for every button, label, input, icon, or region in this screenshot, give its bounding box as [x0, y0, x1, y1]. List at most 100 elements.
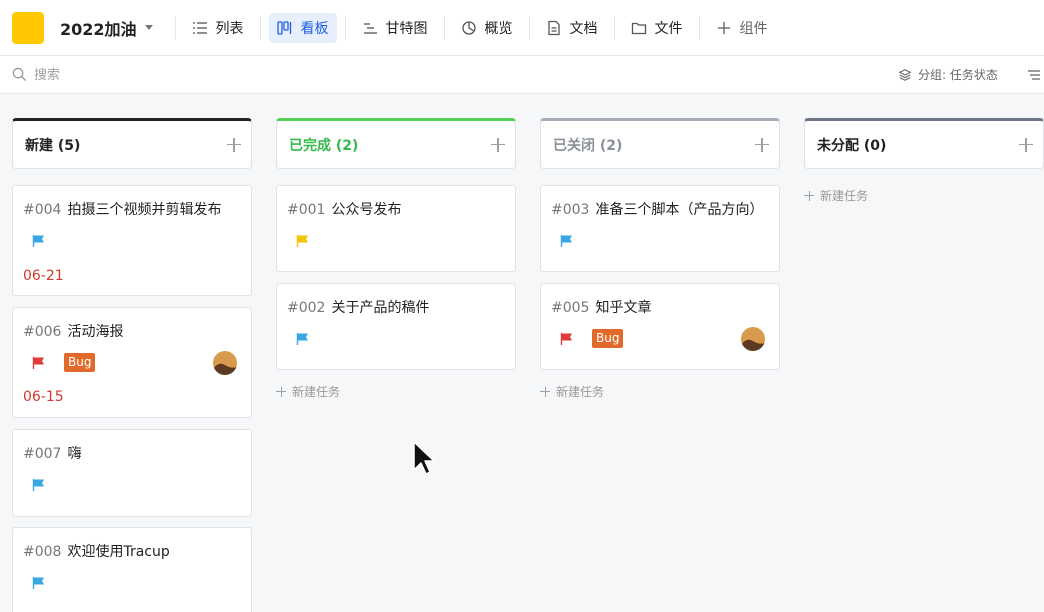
flag-icon[interactable] [32, 356, 46, 370]
column-header: 已关闭 (2) [540, 118, 780, 169]
add-task-label: 新建任务 [820, 189, 869, 203]
folder-icon [631, 22, 646, 34]
add-task-label: 新建任务 [292, 385, 341, 399]
bug-badge: Bug [64, 353, 96, 372]
task-name: 公众号发布 [331, 202, 402, 218]
tab-label: 看板 [300, 20, 329, 37]
flag-icon[interactable] [560, 332, 574, 346]
group-by-label: 分组: 任务状态 [918, 68, 998, 82]
tab-gantt[interactable]: 甘特图 [354, 13, 436, 43]
divider [259, 15, 261, 40]
task-name: 关于产品的稿件 [331, 300, 430, 316]
task-name: 拍摄三个视频并剪辑发布 [67, 202, 222, 218]
board-column-unassigned: 未分配 (0) 新建任务 [804, 118, 1044, 203]
task-number: #006 [23, 324, 62, 340]
task-card[interactable]: #008 欢迎使用Tracup [12, 527, 252, 612]
tab-overview[interactable]: 概览 [453, 13, 521, 43]
tab-label: 甘特图 [385, 20, 428, 37]
board-column-closed: 已关闭 (2) #003 准备三个脚本（产品方向） #005 知乎文章 Bug 新建… [540, 118, 780, 399]
tab-list[interactable]: 列表 [184, 13, 252, 43]
project-logo[interactable] [12, 11, 44, 44]
tab-label: 列表 [215, 20, 244, 37]
plus-icon [717, 21, 730, 34]
task-number: #002 [287, 300, 326, 316]
plus-icon [276, 386, 286, 397]
tab-files[interactable]: 文件 [623, 13, 691, 43]
tab-label: 文档 [569, 20, 598, 37]
task-title: #004 拍摄三个视频并剪辑发布 [23, 199, 221, 219]
add-icon[interactable] [1019, 137, 1033, 152]
tab-label: 文件 [654, 20, 683, 37]
task-number: #003 [551, 202, 590, 218]
project-title[interactable]: 2022加油 [60, 16, 137, 40]
flag-icon[interactable] [32, 478, 46, 492]
task-name: 活动海报 [67, 324, 124, 340]
add-task-button[interactable]: 新建任务 [540, 383, 604, 400]
task-card[interactable]: #003 准备三个脚本（产品方向） [540, 185, 780, 272]
avatar[interactable] [213, 351, 237, 375]
avatar-image [213, 351, 237, 375]
task-number: #001 [287, 202, 326, 218]
mouse-cursor-icon [413, 441, 434, 475]
task-card[interactable]: #007 嗨 [12, 429, 252, 517]
add-icon[interactable] [755, 137, 769, 152]
add-icon[interactable] [227, 137, 241, 152]
search-input[interactable] [34, 65, 434, 85]
tab-board[interactable]: 看板 [268, 12, 337, 43]
avatar-image [741, 327, 765, 351]
task-title: #008 欢迎使用Tracup [23, 541, 170, 561]
column-title: 新建 (5) [25, 137, 81, 154]
add-task-label: 新建任务 [556, 385, 605, 399]
divider [174, 15, 176, 40]
add-task-button[interactable]: 新建任务 [804, 187, 868, 204]
column-title: 已完成 (2) [289, 137, 359, 154]
tab-label: 组件 [739, 20, 768, 37]
flag-icon[interactable] [32, 576, 46, 590]
board-column-done: 已完成 (2) #001 公众号发布 #002 关于产品的稿件 新建任务 [276, 118, 516, 399]
column-header: 新建 (5) [12, 118, 252, 169]
task-card[interactable]: #004 拍摄三个视频并剪辑发布 06-21 [12, 185, 252, 296]
task-card[interactable]: #006 活动海报 Bug 06-15 [12, 307, 252, 418]
board-column-new: 新建 (5) #004 拍摄三个视频并剪辑发布 06-21 #006 活动海报 Bu… [12, 118, 252, 612]
task-title: #005 知乎文章 [551, 297, 651, 317]
divider [528, 15, 530, 40]
column-title: 未分配 (0) [817, 137, 887, 154]
flag-icon[interactable] [296, 332, 310, 346]
add-widget-button[interactable]: 组件 [708, 13, 776, 43]
group-by-control[interactable]: 分组: 任务状态 [898, 66, 998, 83]
divider [698, 15, 700, 40]
chevron-down-icon[interactable] [144, 25, 153, 30]
plus-icon [804, 190, 814, 201]
task-title: #003 准备三个脚本（产品方向） [551, 199, 763, 219]
top-bar: 2022加油 列表 看板 甘特图 概览 文档 文件 组件 [0, 0, 1044, 56]
pie-chart-icon [461, 20, 476, 35]
task-card[interactable]: #002 关于产品的稿件 [276, 283, 516, 370]
sort-icon[interactable] [1026, 67, 1042, 83]
add-task-button[interactable]: 新建任务 [276, 383, 340, 400]
task-card[interactable]: #001 公众号发布 [276, 185, 516, 272]
search-icon [12, 67, 27, 82]
add-icon[interactable] [491, 137, 505, 152]
task-name: 准备三个脚本（产品方向） [595, 202, 764, 218]
list-icon [192, 21, 207, 34]
flag-icon[interactable] [560, 234, 574, 248]
task-title: #007 嗨 [23, 443, 81, 463]
plus-icon [540, 386, 550, 397]
task-number: #007 [23, 446, 62, 462]
layers-icon [898, 68, 912, 81]
task-card[interactable]: #005 知乎文章 Bug [540, 283, 780, 370]
task-name: 嗨 [67, 446, 82, 462]
flag-icon[interactable] [296, 234, 310, 248]
board-icon [276, 20, 291, 35]
tab-docs[interactable]: 文档 [538, 13, 606, 43]
search-bar: 分组: 任务状态 [0, 56, 1044, 94]
flag-icon[interactable] [32, 234, 46, 248]
column-header: 未分配 (0) [804, 118, 1044, 169]
divider [613, 15, 615, 40]
task-name: 欢迎使用Tracup [67, 544, 170, 560]
due-date: 06-21 [23, 268, 64, 284]
bug-badge: Bug [592, 329, 624, 348]
avatar[interactable] [741, 327, 765, 351]
divider [443, 15, 445, 40]
task-name: 知乎文章 [595, 300, 652, 316]
